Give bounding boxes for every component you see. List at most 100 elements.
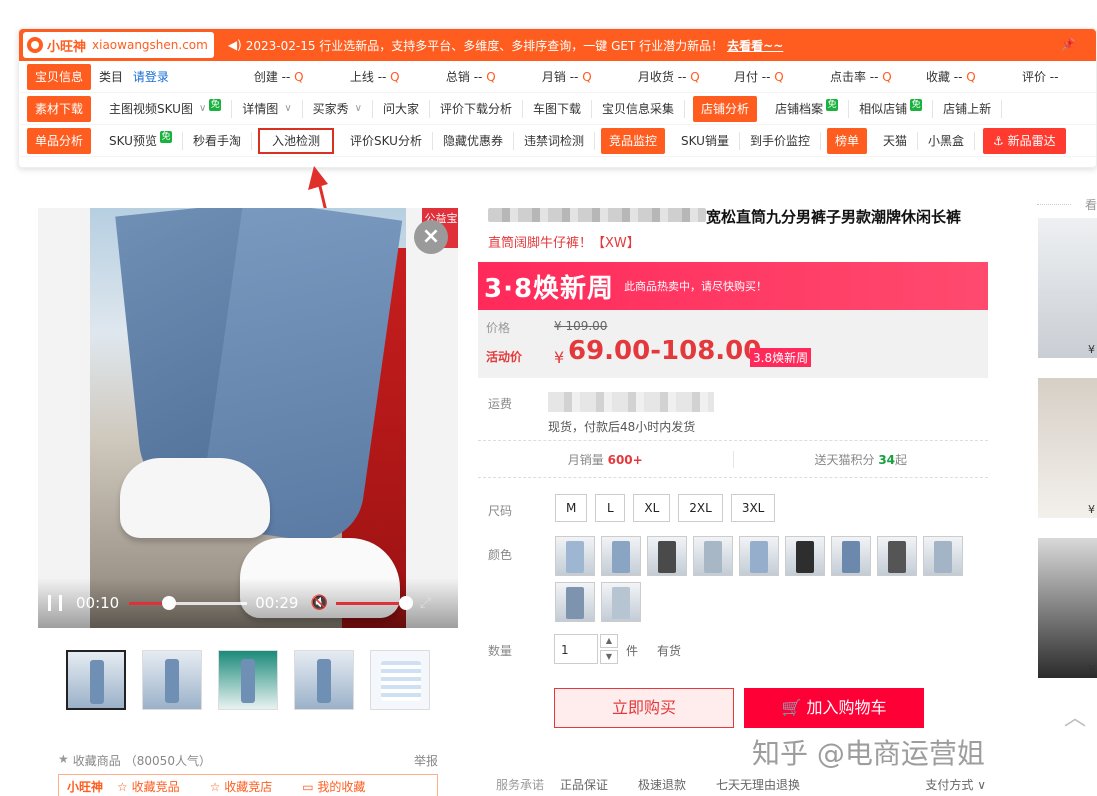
menu-detail-images[interactable]: 详情图 ∨: [232, 99, 303, 118]
login-link[interactable]: 请登录: [133, 70, 169, 84]
thumbnail[interactable]: [66, 650, 126, 710]
recommend-item[interactable]: ¥: [1038, 378, 1097, 518]
tag-ranking[interactable]: 榜单: [826, 127, 867, 154]
sales-stats: 月销量 600+ 送天猫积分 34起: [478, 440, 988, 478]
menu-item-info-collect[interactable]: 宝贝信息采集: [592, 99, 686, 118]
menu-quick-view[interactable]: 秒看手淘: [183, 131, 252, 150]
buy-now-button[interactable]: 立即购买: [554, 688, 734, 728]
menu-ask-everyone[interactable]: 问大家: [373, 99, 430, 118]
my-collection-link[interactable]: ▭ 我的收藏: [302, 778, 365, 795]
volume-slider[interactable]: [335, 595, 413, 610]
search-icon[interactable]: Q: [486, 70, 495, 84]
size-option[interactable]: L: [595, 494, 626, 522]
progress-knob[interactable]: [162, 595, 177, 610]
plugin-logo[interactable]: 小旺神 xiaowangshen.com: [23, 32, 214, 58]
menu-price-monitor[interactable]: 到手价监控: [740, 131, 821, 150]
stock-status: 有货: [657, 644, 682, 658]
collect-label[interactable]: 收藏商品: [73, 752, 121, 769]
notice-link[interactable]: 去看看~~: [727, 37, 783, 54]
size-label: 尺码: [488, 504, 513, 518]
quantity-increase-icon[interactable]: ▲: [600, 634, 618, 648]
menu-sku-sales[interactable]: SKU销量: [671, 131, 740, 150]
menu-main-video-sku[interactable]: 主图视频SKU图 ∨ 免: [99, 98, 233, 118]
volume-knob[interactable]: [398, 595, 413, 610]
size-option[interactable]: 2XL: [678, 494, 723, 522]
tag-single-analysis[interactable]: 单品分析: [27, 127, 92, 154]
quantity-decrease-icon[interactable]: ▼: [600, 650, 618, 664]
plugin-toolbar: 小旺神 xiaowangshen.com ◀) 2023-02-15 行业选新品…: [18, 28, 1097, 168]
pause-icon[interactable]: [48, 595, 62, 611]
menu-review-download[interactable]: 评价下载分析: [430, 99, 524, 118]
size-option[interactable]: 3XL: [730, 494, 776, 522]
tag-material-download[interactable]: 素材下载: [27, 95, 92, 122]
color-swatch[interactable]: [831, 536, 871, 576]
menu-hidden-coupon[interactable]: 隐藏优惠券: [433, 131, 514, 150]
search-icon[interactable]: Q: [882, 70, 891, 84]
thumbnail[interactable]: [142, 650, 202, 710]
size-option[interactable]: XL: [633, 494, 671, 522]
thumbnail[interactable]: [218, 650, 278, 710]
recommend-item[interactable]: ¥: [1038, 218, 1097, 358]
color-swatch[interactable]: [601, 536, 641, 576]
activity-price-label: 活动价: [486, 350, 523, 364]
pin-icon[interactable]: 📌: [1061, 37, 1076, 51]
close-video-button[interactable]: ×: [414, 220, 448, 254]
search-icon[interactable]: Q: [294, 70, 303, 84]
fullscreen-icon[interactable]: ⤢: [420, 595, 431, 611]
color-swatch[interactable]: [647, 536, 687, 576]
menu-label: 详情图: [242, 101, 279, 116]
menu-buyer-show[interactable]: 买家秀 ∨: [303, 99, 373, 118]
color-swatch[interactable]: [555, 582, 595, 622]
menu-similar-shops[interactable]: 相似店铺免: [849, 98, 934, 118]
recommend-item[interactable]: ¥: [1038, 538, 1097, 678]
color-swatch[interactable]: [555, 536, 595, 576]
menu-car-image-download[interactable]: 车图下载: [523, 99, 593, 118]
star-icon[interactable]: ★: [58, 752, 69, 769]
progress-slider[interactable]: [129, 595, 248, 610]
tag-competitor-monitor[interactable]: 竞品监控: [600, 127, 665, 154]
report-link[interactable]: 举报: [414, 752, 438, 769]
chevron-down-icon: ∨: [354, 102, 362, 114]
tag-shop-analysis[interactable]: 店铺分析: [693, 95, 758, 122]
anchor-icon: ⚓: [993, 133, 1008, 148]
add-to-cart-button[interactable]: 🛒 加入购物车: [744, 688, 924, 728]
notice-text: 2023-02-15 行业选新品，支持多平台、多维度、多排序查询，一键 GET …: [245, 38, 724, 53]
menu-review-sku-analysis[interactable]: 评价SKU分析: [340, 131, 433, 150]
menu-pool-check[interactable]: 入池检测: [257, 127, 334, 154]
color-swatch[interactable]: [923, 536, 963, 576]
menu-shop-new[interactable]: 店铺上新: [933, 99, 1003, 118]
stat-label: 上线 --: [349, 70, 391, 84]
size-option[interactable]: M: [555, 494, 588, 522]
thumbnail[interactable]: [370, 650, 430, 710]
color-swatch[interactable]: [785, 536, 825, 576]
color-swatch[interactable]: [601, 582, 641, 622]
row-single-analysis: 单品分析 SKU预览免 秒看手淘 入池检测 评价SKU分析 隐藏优惠券 违禁词检…: [19, 125, 1096, 157]
free-badge: 免: [159, 130, 172, 143]
back-to-top-icon[interactable]: ︿: [1064, 700, 1086, 732]
search-icon[interactable]: Q: [966, 70, 975, 84]
product-video[interactable]: 公益宝贝 00:10 00:29 🔇 ⤢: [38, 208, 458, 628]
collect-shop-link[interactable]: ☆ 收藏竞店: [210, 778, 273, 795]
collect-competitor-link[interactable]: ☆ 收藏竞品: [117, 778, 180, 795]
color-swatch[interactable]: [739, 536, 779, 576]
search-icon[interactable]: Q: [774, 70, 783, 84]
link-label: 我的收藏: [317, 780, 366, 794]
menu-tmall[interactable]: 天猫: [873, 131, 918, 150]
search-icon[interactable]: Q: [390, 70, 399, 84]
tag-item-info[interactable]: 宝贝信息: [27, 63, 92, 90]
search-icon[interactable]: Q: [690, 70, 699, 84]
logo-icon: [27, 37, 43, 53]
quantity-input[interactable]: 1: [554, 634, 598, 664]
menu-shop-archive[interactable]: 店铺档案免: [765, 98, 850, 118]
menu-sku-preview[interactable]: SKU预览免: [99, 130, 183, 150]
color-swatch[interactable]: [877, 536, 917, 576]
link-label: 收藏竞店: [224, 780, 273, 794]
menu-banned-word-check[interactable]: 违禁词检测: [514, 131, 595, 150]
menu-black-box[interactable]: 小黑盒: [918, 131, 976, 150]
color-swatch[interactable]: [693, 536, 733, 576]
new-product-radar-button[interactable]: ⚓ 新品雷达: [983, 127, 1066, 154]
search-icon[interactable]: Q: [582, 70, 591, 84]
mute-icon[interactable]: 🔇: [310, 595, 327, 611]
payment-methods[interactable]: 支付方式 ∨: [925, 776, 986, 793]
thumbnail[interactable]: [294, 650, 354, 710]
